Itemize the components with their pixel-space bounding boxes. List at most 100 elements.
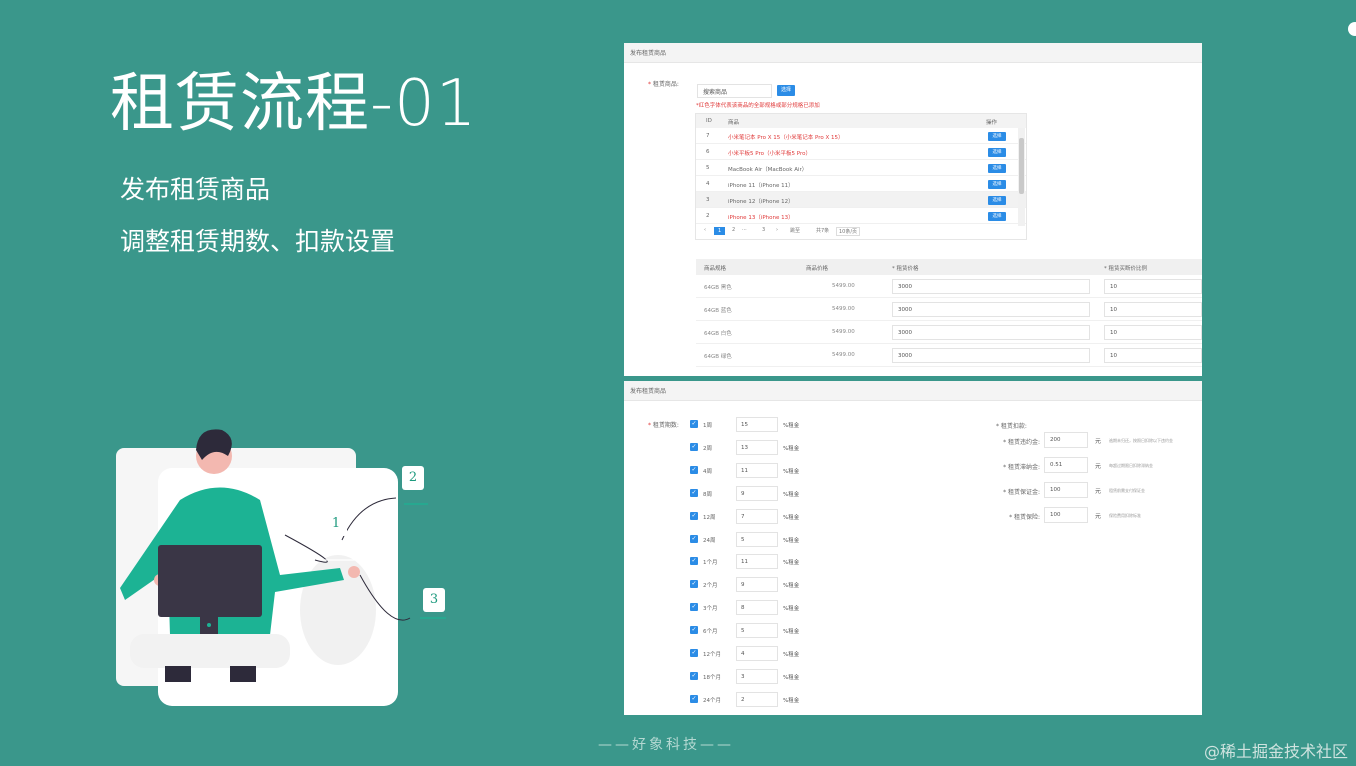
list-scrollbar[interactable] — [1018, 128, 1025, 226]
period-checkbox[interactable]: ✓ — [690, 488, 698, 497]
product-list-header: ID 商品 操作 — [696, 114, 1026, 128]
period-checkbox[interactable]: ✓ — [690, 534, 698, 543]
period-rate-input[interactable]: 8 — [736, 600, 778, 616]
period-row: ✓ 6个月 5 %租金 — [690, 623, 820, 639]
period-name: 1周 — [703, 423, 712, 429]
rent-price-input[interactable]: 3000 — [892, 325, 1090, 340]
deposit-input[interactable]: 200 — [1044, 432, 1088, 448]
period-unit: %租金 — [783, 560, 800, 567]
select-row-button[interactable]: 选择 — [988, 212, 1006, 221]
row-id: 5 — [706, 165, 710, 171]
period-rate-input[interactable]: 9 — [736, 485, 778, 501]
watermark-text: @稀土掘金技术社区 — [1203, 742, 1348, 761]
deposit-input[interactable]: 100 — [1044, 507, 1088, 523]
person-at-monitor-illustration: 1 2 3 — [110, 420, 460, 720]
select-row-button[interactable]: 选择 — [988, 148, 1006, 157]
period-checkbox[interactable]: ✓ — [690, 557, 698, 566]
period-row: ✓ 12周 7 %租金 — [690, 508, 820, 525]
row-product-name: MacBook Air（MacBook Air） — [728, 167, 808, 173]
jump-label: 跳至 — [790, 228, 801, 234]
select-row-button[interactable]: 选择 — [988, 196, 1006, 205]
row-id: 3 — [706, 197, 710, 203]
row-product-name: iPhone 13（iPhone 13） — [728, 215, 794, 221]
period-row: ✓ 2周 13 %租金 — [690, 439, 820, 456]
period-name: 2周 — [703, 445, 712, 452]
buyout-ratio-input[interactable]: 10 — [1104, 279, 1202, 294]
deposit-unit: 元 — [1095, 438, 1102, 445]
period-rate-input[interactable]: 13 — [736, 439, 778, 455]
period-name: 24周 — [703, 537, 716, 544]
period-row: ✓ 18个月 3 %租金 — [690, 668, 820, 685]
spec-row: 64GB 白色 5499.00 3000 10 — [696, 321, 1202, 344]
period-row: ✓ 12个月 4 %租金 — [690, 646, 820, 662]
period-checkbox[interactable]: ✓ — [690, 442, 698, 451]
row-product-name: iPhone 12（iPhone 12） — [728, 199, 794, 205]
period-row: ✓ 24个月 2 %租金 — [690, 691, 820, 708]
rent-price-input[interactable]: 3000 — [892, 279, 1090, 294]
period-row: ✓ 1周 15 %租金 — [690, 417, 820, 433]
spec-name: 64GB 蓝色 — [704, 308, 732, 314]
table-row: 2 iPhone 13（iPhone 13） 选择 — [696, 208, 1026, 224]
row-id: 7 — [706, 133, 710, 139]
deposit-unit: 元 — [1095, 488, 1102, 495]
spec-row: 64GB 绿色 5499.00 3000 10 — [696, 344, 1202, 367]
period-unit: %租金 — [783, 468, 800, 475]
period-checkbox[interactable]: ✓ — [690, 694, 698, 703]
select-product-button[interactable]: 选择 — [777, 85, 795, 96]
period-rate-input[interactable]: 4 — [736, 646, 778, 661]
select-row-button[interactable]: 选择 — [988, 180, 1006, 189]
period-name: 8周 — [703, 491, 712, 498]
period-checkbox[interactable]: ✓ — [690, 649, 698, 657]
spec-table-header: 商品规格 商品价格 * 租赁价格 * 租赁买断价比例 — [696, 259, 1202, 275]
period-rate-input[interactable]: 11 — [736, 462, 778, 478]
period-checkbox[interactable]: ✓ — [690, 580, 698, 589]
rent-price-input[interactable]: 3000 — [892, 302, 1090, 317]
period-checkbox[interactable]: ✓ — [690, 603, 698, 612]
period-unit: %租金 — [783, 674, 800, 681]
buyout-ratio-input[interactable]: 10 — [1104, 325, 1202, 340]
period-unit: %租金 — [783, 583, 800, 590]
page-1[interactable]: 1 — [714, 227, 726, 235]
period-rate-input[interactable]: 11 — [736, 554, 778, 570]
period-unit: %租金 — [783, 652, 800, 658]
period-rate-input[interactable]: 5 — [736, 531, 778, 547]
period-unit: %租金 — [783, 537, 800, 544]
period-row: ✓ 2个月 9 %租金 — [690, 577, 820, 593]
period-label: * 租赁期数: — [648, 422, 679, 429]
deposit-input[interactable]: 100 — [1044, 482, 1088, 498]
step-1-card: 1 — [325, 512, 347, 536]
select-row-button[interactable]: 选择 — [988, 132, 1006, 141]
period-rate-input[interactable]: 7 — [736, 508, 778, 524]
period-name: 12周 — [703, 514, 716, 521]
period-rate-input[interactable]: 2 — [736, 691, 778, 707]
period-rate-input[interactable]: 5 — [736, 623, 778, 639]
spec-name: 64GB 黑色 — [704, 285, 732, 291]
period-checkbox[interactable]: ✓ — [690, 626, 698, 635]
deposit-input[interactable]: 0.51 — [1044, 457, 1088, 473]
product-search-input[interactable]: 搜索商品 — [697, 84, 772, 98]
period-checkbox[interactable]: ✓ — [690, 511, 698, 520]
screenshot-header-2: 发布租赁商品 — [624, 381, 1202, 401]
buyout-ratio-input[interactable]: 10 — [1104, 302, 1202, 317]
spec-name: 64GB 白色 — [704, 331, 732, 337]
period-checkbox[interactable]: ✓ — [690, 420, 698, 428]
period-row: ✓ 8周 9 %租金 — [690, 485, 820, 502]
period-checkbox[interactable]: ✓ — [690, 465, 698, 474]
period-name: 2个月 — [703, 583, 718, 590]
buyout-ratio-input[interactable]: 10 — [1104, 348, 1202, 363]
period-rate-input[interactable]: 15 — [736, 417, 778, 432]
period-rate-input[interactable]: 3 — [736, 668, 778, 684]
period-rate-input[interactable]: 9 — [736, 577, 778, 593]
rent-price-input[interactable]: 3000 — [892, 348, 1090, 363]
select-row-button[interactable]: 选择 — [988, 164, 1006, 173]
page-2[interactable]: 2 — [732, 227, 735, 233]
period-checkbox[interactable]: ✓ — [690, 671, 698, 680]
page-size-select[interactable]: 10条/页 — [836, 227, 861, 236]
deposit-label: * 租赁保险: — [1009, 514, 1040, 521]
screenshot-header: 发布租赁商品 — [624, 43, 1202, 63]
spec-price: 5499.00 — [832, 352, 855, 358]
period-row: ✓ 3个月 8 %租金 — [690, 600, 820, 616]
page-3[interactable]: 3 — [762, 227, 765, 233]
deposit-unit: 元 — [1095, 463, 1102, 470]
step-3-card: 3 — [423, 588, 445, 612]
